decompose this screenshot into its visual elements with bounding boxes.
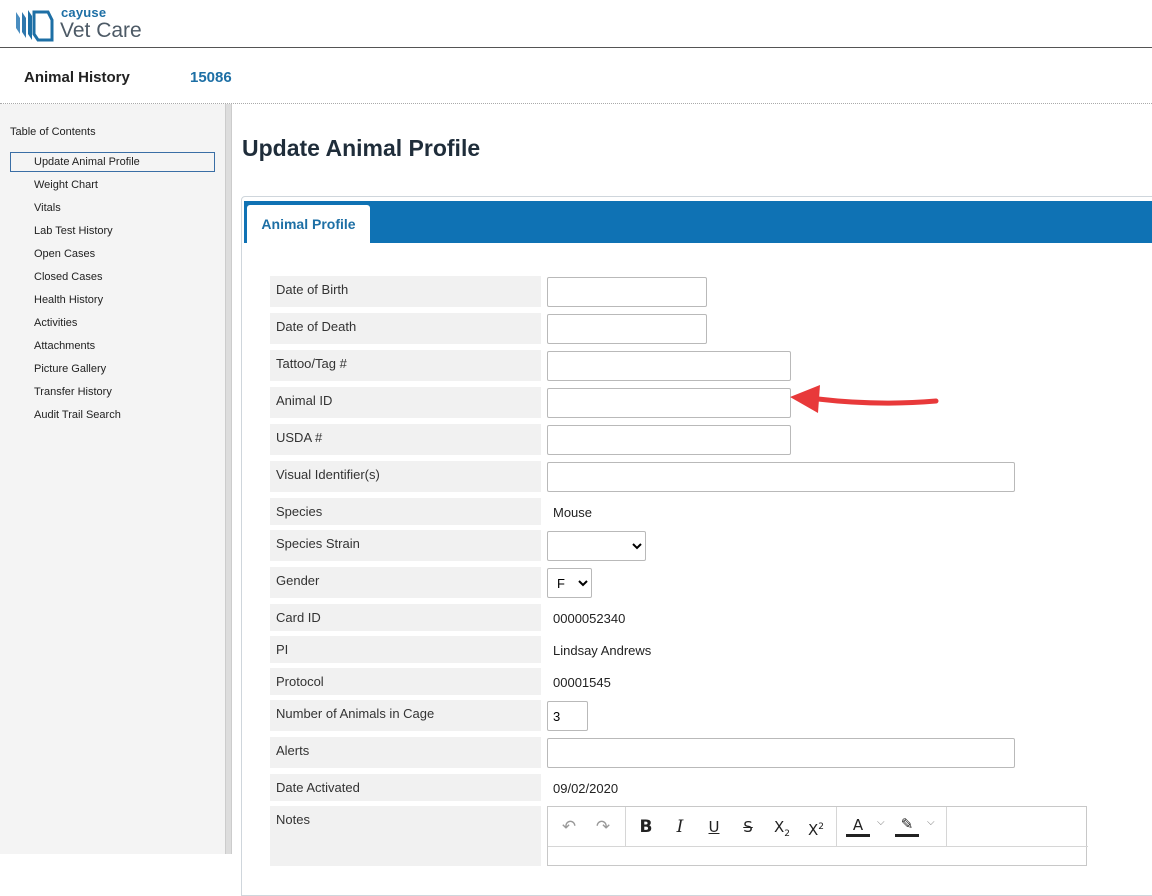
visual-identifiers-input[interactable] — [547, 462, 1015, 492]
toc-item-weight-chart[interactable]: Weight Chart — [10, 175, 215, 198]
field-label: Animal ID — [270, 387, 541, 418]
main-content: Update Animal Profile Animal Profile Dat… — [233, 104, 1152, 896]
toc-item-closed-cases[interactable]: Closed Cases — [10, 267, 215, 290]
notes-editor[interactable]: ↶ ↷ B I U S X2 X2 A ⌵ ✎ ⌵ — [547, 806, 1088, 866]
pi-value: Lindsay Andrews — [553, 643, 652, 658]
cayuse-logo[interactable]: cayuse Vet Care — [14, 4, 154, 44]
product-name: Vet Care — [60, 19, 142, 42]
date-of-death-input[interactable] — [547, 314, 707, 344]
toc-item-lab-test-history[interactable]: Lab Test History — [10, 221, 215, 244]
font-color-icon[interactable]: A — [846, 815, 870, 837]
sub-header: Animal History 15086 — [0, 49, 1152, 104]
annotation-arrow-icon — [790, 385, 939, 413]
card-id-value: 0000052340 — [553, 611, 626, 626]
usda-input[interactable] — [547, 425, 791, 455]
chevron-down-icon[interactable]: ⌵ — [927, 817, 935, 828]
toc-item-audit-trail-search[interactable]: Audit Trail Search — [10, 405, 215, 428]
toc-item-transfer-history[interactable]: Transfer History — [10, 382, 215, 405]
field-label: Tattoo/Tag # — [270, 350, 541, 381]
animal-id-input[interactable] — [547, 388, 791, 418]
sidebar: Table of Contents Update Animal Profile … — [0, 104, 226, 854]
color-group: A ⌵ ✎ ⌵ — [837, 807, 947, 847]
highlight-icon[interactable]: ✎ — [895, 815, 919, 837]
field-label: Date Activated — [270, 774, 541, 801]
subscript-icon[interactable]: X2 — [770, 815, 794, 839]
animal-number: 15086 — [190, 69, 232, 86]
brand-name: cayuse — [61, 5, 107, 20]
field-label: USDA # — [270, 424, 541, 455]
superscript-icon[interactable]: X2 — [804, 815, 828, 839]
toc-list: Update Animal Profile Weight Chart Vital… — [10, 152, 215, 428]
tab-bar: Animal Profile — [244, 201, 1152, 243]
field-label: Species Strain — [270, 530, 541, 561]
underline-icon[interactable]: U — [702, 815, 726, 839]
species-strain-select[interactable] — [547, 531, 646, 561]
field-label: Species — [270, 498, 541, 525]
sidebar-splitter[interactable] — [226, 104, 232, 854]
field-label: Date of Birth — [270, 276, 541, 307]
undo-icon[interactable]: ↶ — [557, 815, 581, 839]
field-label: Number of Animals in Cage — [270, 700, 541, 731]
species-value: Mouse — [553, 505, 593, 520]
field-label: Date of Death — [270, 313, 541, 344]
field-label: Protocol — [270, 668, 541, 695]
chevron-down-icon[interactable]: ⌵ — [877, 817, 885, 828]
toc-item-activities[interactable]: Activities — [10, 313, 215, 336]
num-animals-input[interactable] — [547, 701, 588, 731]
tab-animal-profile[interactable]: Animal Profile — [247, 205, 370, 243]
editor-toolbar: ↶ ↷ B I U S X2 X2 A ⌵ ✎ ⌵ — [548, 807, 1088, 847]
bold-icon[interactable]: B — [634, 815, 658, 839]
profile-panel: Animal Profile Date of Birth Date of Dea… — [241, 196, 1152, 896]
format-group: B I U S X2 X2 — [626, 807, 837, 847]
toc-item-attachments[interactable]: Attachments — [10, 336, 215, 359]
page-title: Update Animal Profile — [242, 135, 481, 161]
field-label: Visual Identifier(s) — [270, 461, 541, 492]
toc-title: Table of Contents — [10, 126, 96, 138]
alerts-input[interactable] — [547, 738, 1015, 768]
protocol-value: 00001545 — [553, 675, 611, 690]
field-label: Card ID — [270, 604, 541, 631]
toc-item-health-history[interactable]: Health History — [10, 290, 215, 313]
top-bar: cayuse Vet Care — [0, 0, 1152, 48]
strikethrough-icon[interactable]: S — [736, 815, 760, 839]
date-of-birth-input[interactable] — [547, 277, 707, 307]
gender-select[interactable]: F — [547, 568, 592, 598]
date-activated-value: 09/02/2020 — [553, 781, 619, 796]
field-label: PI — [270, 636, 541, 663]
toc-item-open-cases[interactable]: Open Cases — [10, 244, 215, 267]
field-label: Gender — [270, 567, 541, 598]
toc-item-vitals[interactable]: Vitals — [10, 198, 215, 221]
field-label: Notes — [270, 806, 541, 866]
toc-item-update-animal-profile[interactable]: Update Animal Profile — [10, 152, 215, 172]
italic-icon[interactable]: I — [668, 815, 692, 839]
tattoo-tag-input[interactable] — [547, 351, 791, 381]
field-label: Alerts — [270, 737, 541, 768]
redo-icon[interactable]: ↷ — [591, 815, 615, 839]
history-group: ↶ ↷ — [548, 807, 626, 847]
section-title: Animal History — [24, 69, 130, 86]
toc-item-picture-gallery[interactable]: Picture Gallery — [10, 359, 215, 382]
logo-mark-icon — [16, 10, 54, 42]
